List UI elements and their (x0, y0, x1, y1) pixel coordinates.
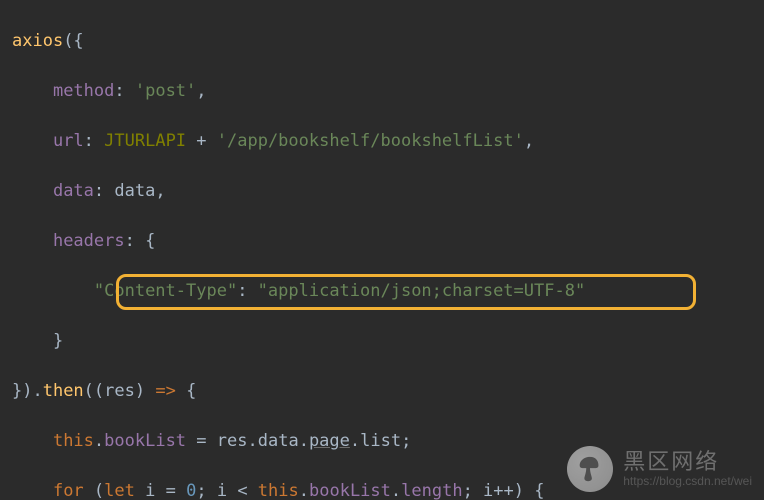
fn-axios: axios (12, 31, 63, 51)
watermark-mushroom-icon (567, 446, 613, 492)
str-path: '/app/bookshelf/bookshelfList' (217, 131, 524, 151)
paren: ({ (63, 31, 83, 51)
str-ct-val: "application/json;charset=UTF-8" (258, 281, 586, 301)
prop-page: page (309, 431, 350, 451)
fn-then: then (43, 381, 84, 401)
kw-let: let (104, 481, 135, 500)
key-data: data (53, 181, 94, 201)
prop-booklist: bookList (104, 431, 186, 451)
param-res: res (104, 381, 135, 401)
str-post: 'post' (135, 81, 196, 101)
watermark-url: https://blog.csdn.net/wei (623, 475, 752, 488)
this: this (53, 431, 94, 451)
watermark-text: 黑区网络 (623, 450, 752, 474)
prop-length: length (401, 481, 462, 500)
watermark: 黑区网络 https://blog.csdn.net/wei (567, 446, 752, 492)
code-editor[interactable]: axios({ method: 'post', url: JTURLAPI + … (0, 0, 764, 500)
str-ct-key: "Content-Type" (94, 281, 237, 301)
ident-data: data (114, 181, 155, 201)
kw-for: for (53, 481, 84, 500)
const-urlapi: JTURLAPI (104, 131, 186, 151)
key-headers: headers (53, 231, 125, 251)
key-method: method (53, 81, 114, 101)
key-url: url (53, 131, 84, 151)
